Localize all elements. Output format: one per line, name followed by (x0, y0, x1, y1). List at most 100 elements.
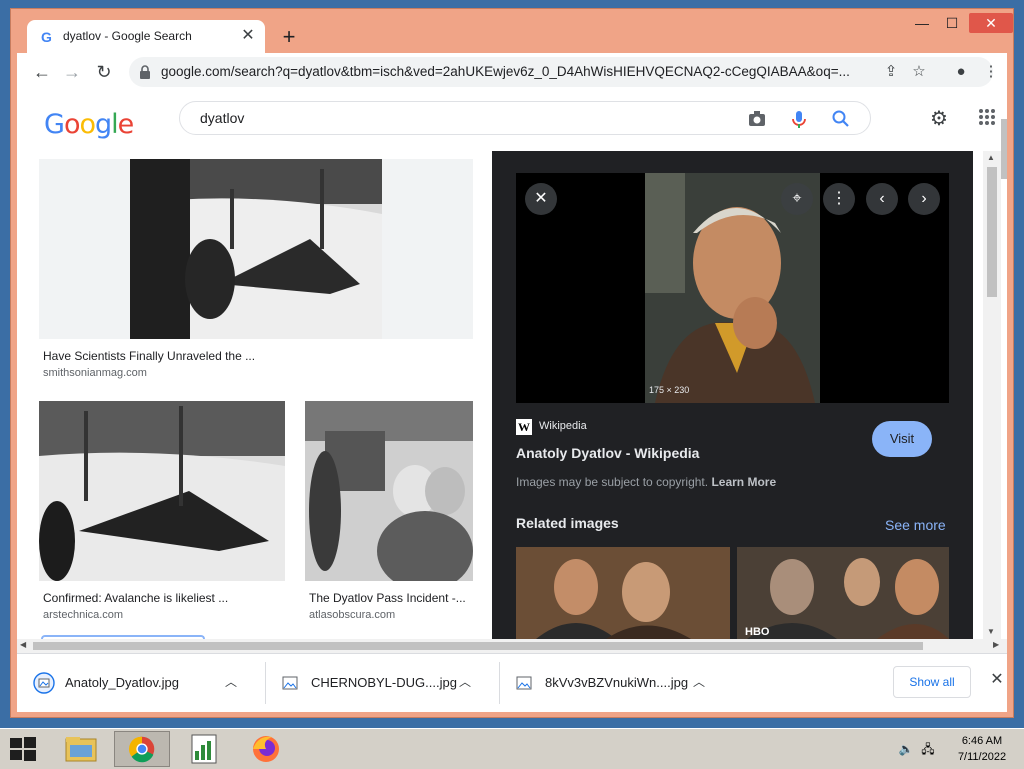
image-results-grid: Have Scientists Finally Unraveled the ..… (17, 151, 492, 639)
search-icon[interactable] (830, 108, 852, 130)
firefox-icon[interactable] (238, 731, 294, 767)
lock-icon (140, 65, 150, 79)
svg-text:HBO: HBO (745, 626, 770, 638)
next-arrow-icon[interactable]: › (908, 183, 940, 215)
result-title[interactable]: Have Scientists Finally Unraveled the ..… (43, 349, 255, 363)
taskbar: 🔈 🖧 6:46 AM 7/11/2022 (0, 728, 1024, 769)
divider (499, 662, 500, 704)
see-more-link[interactable]: See more (885, 517, 946, 533)
clock-time: 6:46 AM (961, 735, 1003, 747)
image-result-card[interactable]: The Dyatlov Pass Incident -... atlasobsc… (305, 401, 473, 623)
settings-gear-icon[interactable]: ⚙ (927, 107, 951, 131)
copyright-text: Images may be subject to copyright. (516, 475, 709, 489)
scrollbar-thumb[interactable] (987, 167, 997, 297)
logo-letter: g (95, 109, 112, 140)
preview-source[interactable]: Wikipedia (539, 420, 587, 432)
tent-photo-image[interactable] (130, 159, 382, 339)
share-icon[interactable]: ⇪ (881, 62, 901, 82)
result-title[interactable]: Confirmed: Avalanche is likeliest ... (43, 591, 228, 605)
wikipedia-logo-icon: W (516, 419, 532, 435)
title-bar: G dyatlov - Google Search ✕ + — ☐ ✕ (11, 9, 1013, 54)
close-downloads-icon[interactable]: ✕ (985, 668, 1009, 692)
scroll-down-icon[interactable]: ▼ (987, 627, 995, 636)
image-dimensions: 175 × 230 (649, 385, 690, 395)
download-item[interactable]: 8kVv3vBZVnukiWn....jpg ︿ (513, 666, 723, 700)
copyright-notice: Images may be subject to copyright. Lear… (516, 475, 776, 489)
url-text[interactable]: google.com/search?q=dyatlov&tbm=isch&ved… (161, 64, 851, 79)
image-file-icon (33, 672, 55, 694)
image-result-card[interactable]: Confirmed: Avalanche is likeliest ... ar… (39, 401, 285, 623)
hscrollbar-thumb[interactable] (33, 642, 923, 650)
google-favicon-icon: G (41, 29, 52, 45)
maximize-button[interactable]: ☐ (937, 13, 967, 33)
related-image[interactable] (516, 547, 730, 639)
search-box[interactable]: dyatlov (179, 101, 871, 135)
page-content: Google dyatlov ⚙ Have Scientists Finally… (17, 91, 1007, 639)
show-all-button[interactable]: Show all (893, 666, 971, 698)
image-file-icon (282, 676, 298, 690)
related-image[interactable]: HBO (737, 547, 949, 639)
chevron-up-icon[interactable]: ︿ (223, 674, 239, 690)
clock-date: 7/11/2022 (957, 751, 1007, 763)
apps-grid-icon[interactable] (977, 107, 997, 127)
previous-arrow-icon[interactable]: ‹ (866, 183, 898, 215)
file-explorer-icon[interactable] (54, 731, 110, 767)
tab-close-icon[interactable]: ✕ (239, 27, 257, 45)
divider (265, 662, 266, 704)
address-bar[interactable]: google.com/search?q=dyatlov&tbm=isch&ved… (129, 57, 999, 87)
scroll-right-icon[interactable]: ▶ (993, 640, 999, 649)
logo-letter: e (117, 109, 135, 140)
tab-title: dyatlov - Google Search (63, 29, 192, 43)
image-result-card[interactable]: Have Scientists Finally Unraveled the ..… (39, 159, 473, 379)
browser-tab[interactable]: G dyatlov - Google Search ✕ (27, 20, 265, 54)
result-title[interactable]: The Dyatlov Pass Incident -... (309, 591, 466, 605)
bookmark-star-icon[interactable]: ☆ (909, 62, 929, 82)
vertical-scrollbar[interactable]: ▲ ▼ (983, 151, 1001, 639)
reload-icon[interactable]: ↻ (93, 61, 115, 83)
profile-icon[interactable]: ● (951, 62, 971, 82)
lens-search-icon[interactable]: ⌖ (781, 183, 813, 215)
result-source[interactable]: arstechnica.com (43, 609, 123, 621)
search-input[interactable]: dyatlov (200, 110, 244, 126)
more-options-icon[interactable]: ⋮ (823, 183, 855, 215)
google-logo[interactable]: Google (44, 109, 135, 140)
volume-muted-icon[interactable]: 🔈 (898, 741, 914, 757)
microphone-icon[interactable] (788, 108, 810, 130)
chart-app-icon[interactable] (176, 731, 232, 767)
close-preview-icon[interactable]: ✕ (525, 183, 557, 215)
visit-button[interactable]: Visit (872, 421, 932, 457)
scroll-left-icon[interactable]: ◀ (20, 640, 26, 649)
download-filename[interactable]: CHERNOBYL-DUG....jpg (311, 675, 457, 690)
downloads-bar: Anatoly_Dyatlov.jpg ︿ CHERNOBYL-DUG....j… (17, 653, 1007, 712)
logo-letter: G (44, 109, 65, 140)
download-item[interactable]: Anatoly_Dyatlov.jpg ︿ (33, 666, 253, 700)
result-source[interactable]: smithsonianmag.com (43, 367, 147, 379)
chrome-icon[interactable] (114, 731, 170, 767)
logo-letter: o (63, 109, 81, 140)
scroll-up-icon[interactable]: ▲ (987, 153, 995, 162)
windows-start-icon[interactable] (8, 735, 38, 763)
chevron-up-icon[interactable]: ︿ (691, 674, 707, 690)
hikers-photo-image[interactable] (305, 401, 473, 581)
collapsed-tent-photo-image[interactable] (39, 401, 285, 581)
result-source[interactable]: atlasobscura.com (309, 609, 395, 621)
system-clock[interactable]: 6:46 AM 7/11/2022 (950, 733, 1014, 765)
camera-icon[interactable] (746, 108, 768, 130)
browser-menu-icon[interactable]: ⋮ (981, 62, 1001, 82)
close-window-button[interactable]: ✕ (969, 13, 1013, 33)
minimize-button[interactable]: — (907, 13, 937, 33)
download-filename[interactable]: Anatoly_Dyatlov.jpg (65, 675, 179, 690)
preview-title[interactable]: Anatoly Dyatlov - Wikipedia (516, 445, 699, 461)
back-arrow-icon[interactable]: ← (31, 61, 53, 83)
download-filename[interactable]: 8kVv3vBZVnukiWn....jpg (545, 675, 688, 690)
chevron-up-icon[interactable]: ︿ (457, 674, 473, 690)
download-item[interactable]: CHERNOBYL-DUG....jpg ︿ (279, 666, 489, 700)
page-scrollbar-thumb[interactable] (1001, 119, 1007, 179)
related-images-heading: Related images (516, 515, 619, 531)
forward-arrow-icon[interactable]: → (61, 61, 83, 83)
horizontal-scrollbar[interactable]: ◀ ▶ (17, 639, 1007, 653)
learn-more-link[interactable]: Learn More (711, 475, 776, 489)
image-preview-panel: ✕ ⌖ ⋮ ‹ › 175 × 230 W Wikipedia Anatoly … (492, 151, 973, 639)
new-tab-button[interactable]: + (277, 25, 301, 49)
network-icon[interactable]: 🖧 (920, 741, 936, 757)
